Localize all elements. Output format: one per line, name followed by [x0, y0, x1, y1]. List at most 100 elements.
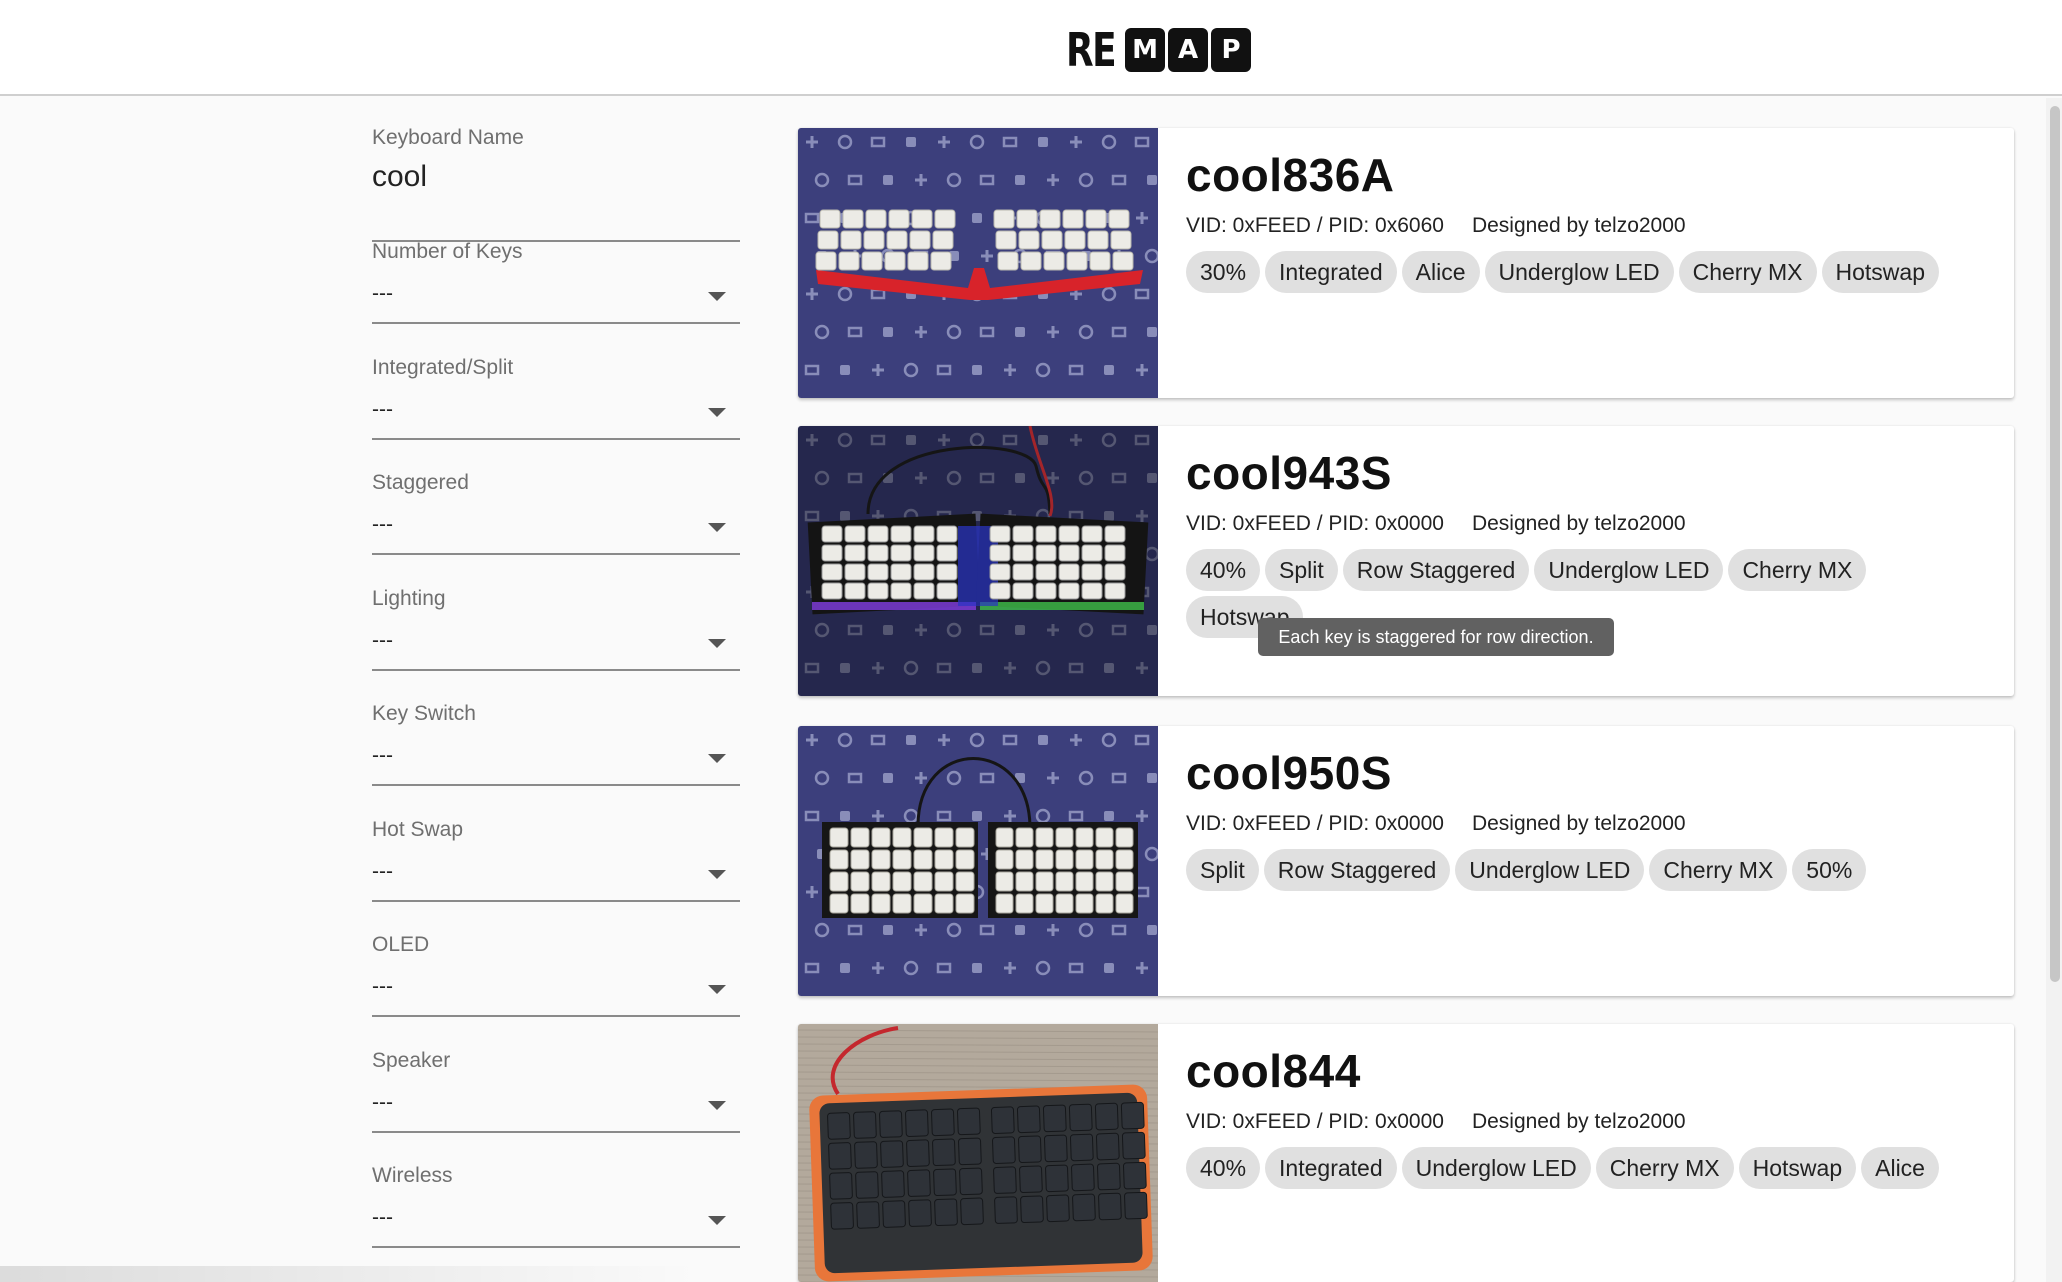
hot-swap-select[interactable]: Hot Swap ---	[372, 818, 740, 910]
field-label: Number of Keys	[372, 240, 523, 263]
tag-chip: Hotswap	[1821, 251, 1939, 293]
tag-chip: Underglow LED	[1401, 1147, 1591, 1189]
dropdown-arrow-icon[interactable]	[708, 292, 726, 301]
tag-chip: Integrated	[1265, 251, 1397, 293]
tag-chip: 30%	[1186, 251, 1261, 293]
vid-pid: VID: 0xFEED / PID: 0x6060	[1186, 214, 1444, 237]
tag-chip: Cherry MX	[1595, 1147, 1734, 1189]
select-value: ---	[372, 1091, 393, 1114]
select-underline	[372, 1015, 740, 1017]
keyboard-photo[interactable]	[798, 1024, 1158, 1282]
tag-list: 40% Integrated Underglow LED Cherry MX Hotsw…	[1186, 1147, 1986, 1189]
designer-name: Designed by telzo2000	[1471, 812, 1686, 835]
tag-chip: Cherry MX	[1728, 549, 1867, 591]
keyboard-photo[interactable]	[798, 128, 1158, 398]
tag-chip: Integrated	[1265, 1147, 1397, 1189]
tag-chip: Underglow LED	[1534, 549, 1724, 591]
tag-chip: Underglow LED	[1455, 849, 1645, 891]
tag-list: Split Row Staggered Underglow LED Cherry MX…	[1186, 849, 1986, 891]
select-underline	[372, 553, 740, 555]
speaker-select[interactable]: Speaker ---	[372, 1049, 740, 1141]
tag-chip: 40%	[1186, 549, 1261, 591]
keyboard-ids: VID: 0xFEED / PID: 0x0000 Designed by tel…	[1186, 812, 1686, 836]
keyboard-card[interactable]: cool836A VID: 0xFEED / PID: 0x6060 Designe…	[798, 128, 2014, 398]
designer-name: Designed by telzo2000	[1471, 512, 1686, 535]
app-header: RE M A P	[0, 0, 2062, 96]
designer-name: Designed by telzo2000	[1471, 214, 1686, 237]
designer-name: Designed by telzo2000	[1471, 1110, 1686, 1133]
tag-chip: Cherry MX	[1678, 251, 1817, 293]
logo-letter-box: P	[1211, 28, 1251, 72]
keyboard-photo[interactable]	[798, 426, 1158, 696]
field-label: Speaker	[372, 1049, 451, 1072]
tag-chip: Underglow LED	[1484, 251, 1674, 293]
number-of-keys-select[interactable]: Number of Keys ---	[372, 240, 740, 332]
dropdown-arrow-icon[interactable]	[708, 870, 726, 879]
select-underline	[372, 900, 740, 902]
dropdown-arrow-icon[interactable]	[708, 1101, 726, 1110]
keyboard-ids: VID: 0xFEED / PID: 0x6060 Designed by tel…	[1186, 214, 1686, 238]
field-label: OLED	[372, 933, 430, 956]
select-value: ---	[372, 1206, 393, 1229]
field-label: Integrated/Split	[372, 356, 514, 379]
field-label: Lighting	[372, 587, 446, 610]
logo-letter-box: A	[1168, 28, 1208, 72]
remap-logo[interactable]: RE M A P	[1066, 26, 1251, 74]
keyboard-name[interactable]: cool950S	[1186, 746, 1392, 800]
select-underline	[372, 784, 740, 786]
select-value: ---	[372, 860, 393, 883]
dropdown-arrow-icon[interactable]	[708, 639, 726, 648]
tag-list: 30% Integrated Alice Underglow LED Cherry MX…	[1186, 251, 1986, 293]
keyboard-ids: VID: 0xFEED / PID: 0x0000 Designed by tel…	[1186, 512, 1686, 536]
staggered-select[interactable]: Staggered ---	[372, 471, 740, 563]
field-label: Staggered	[372, 471, 469, 494]
tag-chip: 40%	[1186, 1147, 1261, 1189]
field-label: Wireless	[372, 1164, 453, 1187]
tag-chip: Split	[1265, 549, 1338, 591]
keyboard-name[interactable]: cool844	[1186, 1044, 1361, 1098]
keyboard-photo[interactable]	[798, 726, 1158, 996]
keyboard-name-input[interactable]: cool	[372, 160, 427, 194]
oled-select[interactable]: OLED ---	[372, 933, 740, 1025]
keyboard-card[interactable]: cool950S VID: 0xFEED / PID: 0x0000 Designe…	[798, 726, 2014, 996]
select-value: ---	[372, 398, 393, 421]
bottom-edge-shadow	[0, 1266, 700, 1282]
select-underline	[372, 1246, 740, 1248]
vid-pid: VID: 0xFEED / PID: 0x0000	[1186, 812, 1444, 835]
row-staggered-tooltip: Each key is staggered for row direction.	[1258, 618, 1614, 656]
dropdown-arrow-icon[interactable]	[708, 754, 726, 763]
dropdown-arrow-icon[interactable]	[708, 523, 726, 532]
select-value: ---	[372, 975, 393, 998]
select-underline	[372, 1131, 740, 1133]
tag-chip: Cherry MX	[1649, 849, 1788, 891]
select-value: ---	[372, 629, 393, 652]
vid-pid: VID: 0xFEED / PID: 0x0000	[1186, 512, 1444, 535]
dropdown-arrow-icon[interactable]	[708, 985, 726, 994]
lighting-select[interactable]: Lighting ---	[372, 587, 740, 679]
field-label: Key Switch	[372, 702, 476, 725]
scrollbar-thumb[interactable]	[2050, 106, 2060, 982]
keyboard-ids: VID: 0xFEED / PID: 0x0000 Designed by tel…	[1186, 1110, 1686, 1134]
tag-chip: Row Staggered	[1263, 849, 1451, 891]
tag-chip: Alice	[1401, 251, 1480, 293]
tag-chip: Hotswap	[1738, 1147, 1857, 1189]
wireless-select[interactable]: Wireless ---	[372, 1164, 740, 1256]
vid-pid: VID: 0xFEED / PID: 0x0000	[1186, 1110, 1444, 1133]
select-underline	[372, 322, 740, 324]
integrated-split-select[interactable]: Integrated/Split ---	[372, 356, 740, 448]
field-label: Hot Swap	[372, 818, 464, 841]
key-switch-select[interactable]: Key Switch ---	[372, 702, 740, 794]
tag-chip: Split	[1186, 849, 1259, 891]
select-value: ---	[372, 513, 393, 536]
keyboard-name[interactable]: cool943S	[1186, 446, 1392, 500]
select-underline	[372, 669, 740, 671]
keyboard-name[interactable]: cool836A	[1186, 148, 1395, 202]
tag-chip: Row Staggered	[1342, 549, 1530, 591]
dropdown-arrow-icon[interactable]	[708, 408, 726, 417]
select-value: ---	[372, 282, 393, 305]
tag-chip: 50%	[1792, 849, 1867, 891]
keyboard-card[interactable]: cool844 VID: 0xFEED / PID: 0x0000 Designed…	[798, 1024, 2014, 1282]
logo-letter-box: M	[1125, 28, 1165, 72]
keyboard-name-field[interactable]: Keyboard Name cool	[372, 126, 740, 242]
dropdown-arrow-icon[interactable]	[708, 1216, 726, 1225]
